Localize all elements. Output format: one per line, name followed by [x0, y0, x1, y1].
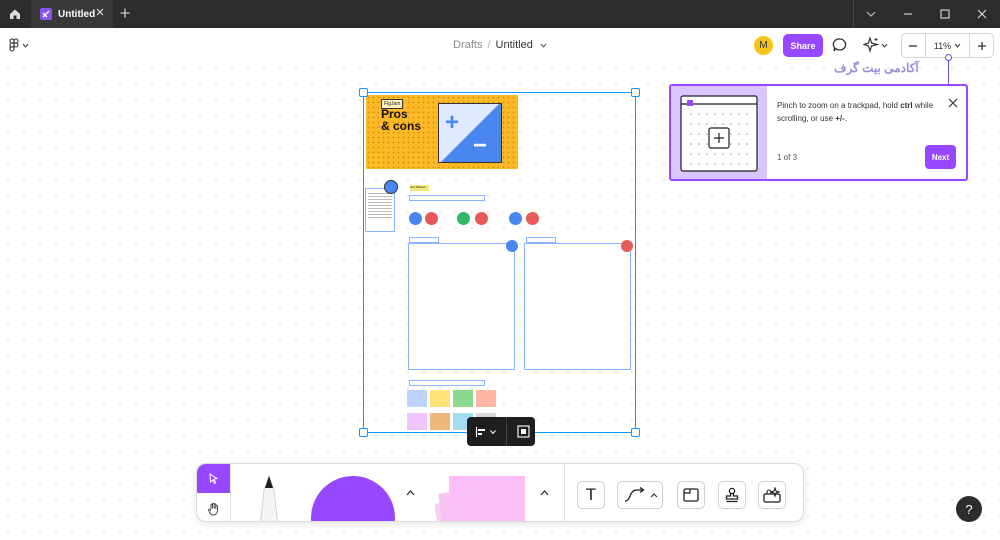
breadcrumb-separator: / [487, 39, 491, 51]
ai-tools-button[interactable] [863, 37, 888, 53]
breadcrumb: Drafts / Untitled [0, 39, 1000, 51]
file-name[interactable]: Untitled [496, 39, 533, 51]
onboarding-step-counter: 1 of 3 [777, 153, 798, 162]
frame-fit-icon [517, 425, 530, 438]
title-bar: Untitled [0, 0, 1000, 28]
section-icon [683, 488, 699, 502]
new-tab-button[interactable] [117, 5, 133, 22]
resize-handle-bottom-right[interactable] [631, 428, 640, 437]
maximize-icon [939, 9, 950, 19]
window-controls [852, 0, 1000, 28]
connector-icon [624, 487, 645, 502]
help-button[interactable]: ? [956, 496, 982, 522]
ai-sparkle-icon [863, 37, 879, 53]
zoom-out-button[interactable] [902, 34, 926, 57]
tab-title: Untitled [58, 8, 96, 20]
chevron-down-icon [22, 43, 29, 48]
figma-menu-icon [9, 38, 19, 52]
plus-icon [977, 41, 986, 50]
creation-toolbar: T [196, 463, 804, 522]
close-icon [977, 9, 986, 19]
shape-options-button[interactable] [404, 487, 416, 499]
cursor-icon [209, 473, 219, 484]
figjam-logo-icon [40, 8, 52, 20]
resize-handle-bottom-left[interactable] [359, 428, 368, 437]
text-tool[interactable]: T [577, 481, 605, 509]
toolbar-divider [506, 417, 507, 446]
selection-toolbar [467, 417, 535, 446]
marker-icon[interactable] [250, 476, 288, 522]
onboarding-message: Pinch to zoom on a trackpad, hold ctrl w… [777, 101, 934, 123]
chevron-up-icon [650, 492, 657, 497]
section-tool[interactable] [677, 481, 705, 509]
text-icon: T [585, 485, 597, 504]
chevron-down-icon [954, 43, 961, 48]
avatar[interactable]: M [754, 36, 773, 55]
stamp-tool[interactable] [718, 481, 746, 509]
close-window-button[interactable] [963, 0, 1000, 28]
resize-handle-top-left[interactable] [359, 88, 368, 97]
toolbar-divider [564, 464, 565, 521]
shape-tool[interactable] [311, 476, 395, 521]
tab-untitled[interactable]: Untitled [31, 0, 113, 28]
align-left-icon [475, 426, 485, 437]
move-tool[interactable] [197, 464, 230, 493]
onboarding-close-button[interactable] [948, 95, 958, 113]
chevron-down-icon [881, 43, 888, 48]
pointer-dot [945, 54, 952, 61]
zoom-level: 11% [933, 40, 952, 51]
selection-frame[interactable] [363, 92, 636, 433]
next-button[interactable]: Next [925, 145, 956, 169]
zoom-window-icon [680, 95, 758, 172]
minimize-icon [903, 13, 912, 15]
stamp-icon [725, 487, 739, 503]
toolbar-divider [230, 464, 231, 521]
comment-icon [832, 38, 847, 52]
main-menu-button[interactable] [9, 38, 29, 52]
close-icon [948, 98, 958, 108]
breadcrumb-drafts[interactable]: Drafts [453, 39, 482, 51]
align-menu-button[interactable] [475, 426, 496, 438]
zoom-in-button[interactable] [969, 34, 993, 57]
connector-tool[interactable] [617, 481, 663, 509]
chevron-down-icon [490, 429, 496, 434]
chevron-up-icon [406, 490, 414, 496]
pointer-line [948, 57, 949, 84]
close-icon[interactable] [95, 7, 105, 17]
hand-tool[interactable] [197, 494, 230, 521]
home-button[interactable] [0, 0, 30, 28]
home-icon [10, 9, 20, 19]
chevron-down-icon [866, 11, 875, 17]
comment-button[interactable] [832, 37, 848, 58]
share-button[interactable]: Share [783, 34, 823, 57]
onboarding-card: Pinch to zoom on a trackpad, hold ctrl w… [669, 84, 968, 181]
hand-icon [207, 502, 218, 515]
sticky-options-button[interactable] [538, 487, 550, 499]
chevron-down-icon[interactable] [540, 43, 547, 48]
maximize-button[interactable] [926, 0, 963, 28]
onboarding-illustration [671, 86, 767, 179]
sticky-note-tool[interactable] [435, 476, 531, 522]
minus-icon [909, 44, 918, 47]
minimize-button[interactable] [889, 0, 926, 28]
chevron-up-icon [540, 490, 548, 496]
tab-list-button[interactable] [852, 0, 889, 28]
resize-handle-top-right[interactable] [631, 88, 640, 97]
widget-icon [763, 487, 781, 503]
widget-tool[interactable] [758, 481, 786, 509]
watermark: آکادمی بیت گرف [834, 61, 919, 75]
fit-frame-button[interactable] [517, 425, 530, 438]
plus-icon [120, 8, 130, 18]
